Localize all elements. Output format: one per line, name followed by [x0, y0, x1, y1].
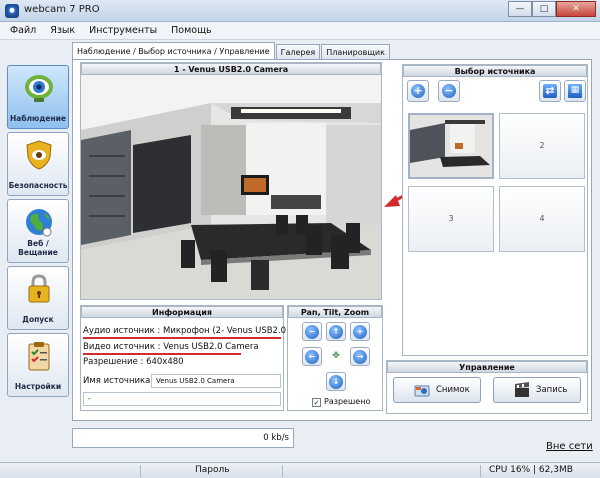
source-name-input[interactable]: Venus USB2.0 Camera [151, 374, 281, 388]
minimize-button[interactable]: — [508, 1, 532, 17]
extra-field[interactable]: - [83, 392, 281, 406]
menu-help[interactable]: Помощь [171, 25, 211, 36]
network-status-link[interactable]: Вне сети [546, 441, 593, 452]
audio-underline [83, 337, 281, 339]
sidebar-item-label: Настройки [14, 382, 62, 391]
camera-image[interactable] [81, 75, 381, 299]
ptz-enabled-label: Разрешено [324, 397, 371, 406]
remove-source-button[interactable]: − [438, 80, 460, 102]
resolution-line: Разрешение : 640x480 [83, 357, 184, 367]
eye-webcam-icon [25, 75, 53, 102]
arrow-right-icon: → [353, 350, 367, 364]
source-select-header: Выбор источника [403, 65, 587, 77]
sidebar-item-settings[interactable]: Настройки [7, 333, 69, 397]
control-header: Управление [387, 361, 587, 373]
main-tabs: Наблюдение / Выбор источника / Управлени… [72, 42, 391, 60]
close-button[interactable]: ✕ [556, 1, 596, 17]
video-source-line: Видео источник : Venus USB2.0 Camera [83, 342, 259, 352]
status-bar: Пароль CPU 16% | 62,3MB [0, 462, 600, 478]
zoom-in-icon: + [353, 325, 367, 339]
record-button[interactable]: Запись [493, 377, 581, 403]
source-cell-1[interactable] [408, 113, 494, 179]
audio-source-line: Аудио источник : Микрофон (2- Venus USB2… [83, 326, 309, 336]
snapshot-button[interactable]: Снимок [393, 377, 481, 403]
menu-tools[interactable]: Инструменты [89, 25, 157, 36]
source-cell-4[interactable]: 4 [499, 186, 585, 252]
zoom-out-icon: − [305, 325, 319, 339]
bandwidth-meter: 0 kb/s [72, 428, 294, 448]
window-title: webcam 7 PRO [24, 4, 100, 15]
tab-scheduler[interactable]: Планировщик [321, 44, 390, 60]
sidebar-item-label: Безопасность [8, 181, 68, 190]
camera-title: 1 - Venus USB2.0 Camera [81, 63, 381, 75]
sidebar-item-web[interactable]: Веб / Вещание [7, 199, 69, 263]
menu-file[interactable]: Файл [10, 25, 36, 36]
tab-surveillance[interactable]: Наблюдение / Выбор источника / Управлени… [72, 42, 275, 60]
add-source-button[interactable]: + [407, 80, 429, 102]
grid-icon: ▦ [568, 84, 582, 98]
sidebar-item-label: Допуск [22, 315, 54, 324]
ptz-header: Pan, Tilt, Zoom [288, 306, 382, 318]
globe-icon [26, 209, 52, 237]
source-name-label: Имя источника : [83, 376, 156, 386]
pan-left-button[interactable]: ← [302, 347, 322, 366]
shield-icon [26, 140, 52, 170]
tab-gallery[interactable]: Галерея [275, 44, 321, 60]
zoom-out-button[interactable]: − [302, 322, 322, 341]
arrow-up-icon: ↑ [329, 325, 343, 339]
sidebar-item-access[interactable]: Допуск [7, 266, 69, 330]
app-icon [5, 4, 19, 18]
clipboard-icon [28, 342, 50, 371]
arrow-down-icon: ↓ [329, 375, 343, 389]
plus-icon: + [411, 84, 425, 98]
status-separator [480, 465, 481, 477]
sidebar: Наблюдение Безопасность Веб / Вещание До… [7, 65, 69, 400]
window-controls: — □ ✕ [508, 1, 596, 17]
film-clapper-icon [515, 382, 529, 397]
ptz-panel: Pan, Tilt, Zoom − ↑ + ← ✥ → ↓ ✓ Разрешен… [287, 305, 383, 411]
sidebar-item-label: Наблюдение [9, 114, 67, 123]
tilt-up-button[interactable]: ↑ [326, 322, 346, 341]
maximize-button[interactable]: □ [532, 1, 556, 17]
title-bar: webcam 7 PRO — □ ✕ [0, 0, 600, 22]
record-label: Запись [536, 385, 568, 395]
padlock-icon [28, 274, 50, 303]
layout-grid-button[interactable]: ▦ [564, 80, 586, 102]
source-cell-2[interactable]: 2 [499, 113, 585, 179]
status-separator [140, 465, 141, 477]
info-panel: Информация Аудио источник : Микрофон (2-… [80, 305, 308, 411]
sidebar-item-label: Веб / Вещание [18, 239, 58, 257]
sidebar-item-security[interactable]: Безопасность [7, 132, 69, 196]
source-thumbnail [410, 115, 492, 177]
snapshot-label: Снимок [436, 385, 470, 395]
info-header: Информация [81, 306, 283, 318]
control-panel: Управление Снимок Запись [386, 360, 588, 414]
menu-language[interactable]: Язык [50, 25, 75, 36]
camera-view: 1 - Venus USB2.0 Camera [80, 62, 382, 300]
cpu-status: CPU 16% | 62,3MB [489, 465, 573, 475]
password-status[interactable]: Пароль [195, 465, 230, 475]
ptz-enabled-checkbox[interactable]: ✓ [312, 398, 321, 407]
source-cell-3[interactable]: 3 [408, 186, 494, 252]
sidebar-item-surveillance[interactable]: Наблюдение [7, 65, 69, 129]
camera-icon [414, 385, 430, 397]
swap-icon: ⇄ [543, 84, 557, 98]
arrow-left-icon: ← [305, 350, 319, 364]
swap-source-button[interactable]: ⇄ [539, 80, 561, 102]
source-select-panel: Выбор источника + − ⇄ ▦ 2 3 4 [402, 64, 588, 356]
tilt-down-button[interactable]: ↓ [326, 372, 346, 391]
ptz-center-icon[interactable]: ✥ [326, 347, 346, 366]
video-underline [83, 353, 241, 355]
status-separator [282, 465, 283, 477]
menu-bar: Файл Язык Инструменты Помощь [0, 22, 600, 40]
pan-right-button[interactable]: → [350, 347, 370, 366]
zoom-in-button[interactable]: + [350, 322, 370, 341]
minus-icon: − [442, 84, 456, 98]
